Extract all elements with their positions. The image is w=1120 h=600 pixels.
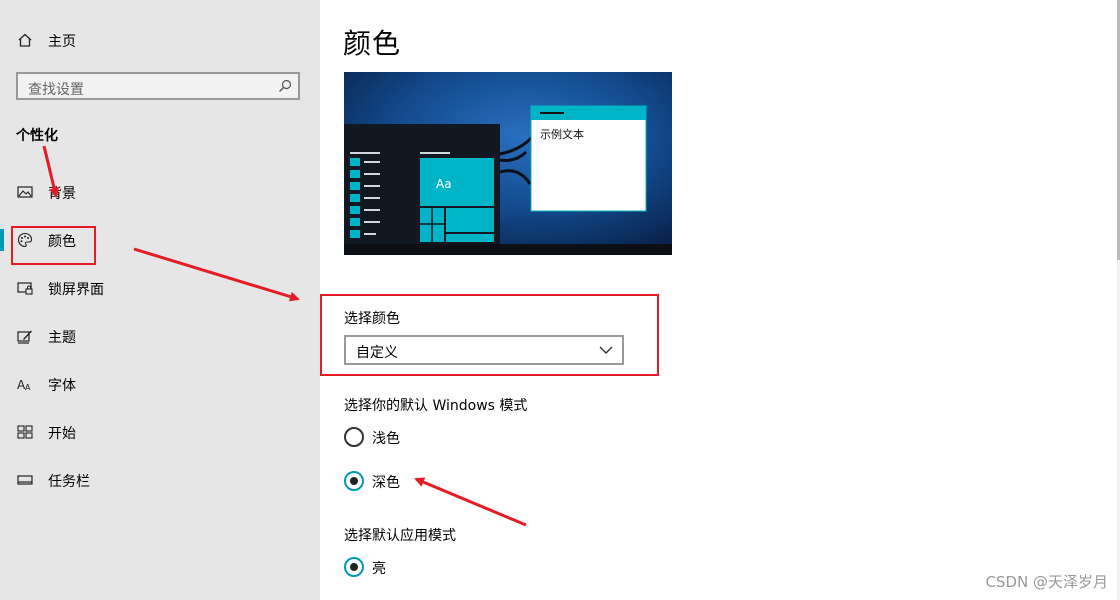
arrow-to-dark-radio xyxy=(414,477,527,527)
arrow-to-choose-color xyxy=(133,247,300,302)
watermark: CSDN @天泽岁月 xyxy=(985,573,1108,591)
arrow-to-background xyxy=(42,145,59,198)
annotation-arrows xyxy=(42,145,527,527)
